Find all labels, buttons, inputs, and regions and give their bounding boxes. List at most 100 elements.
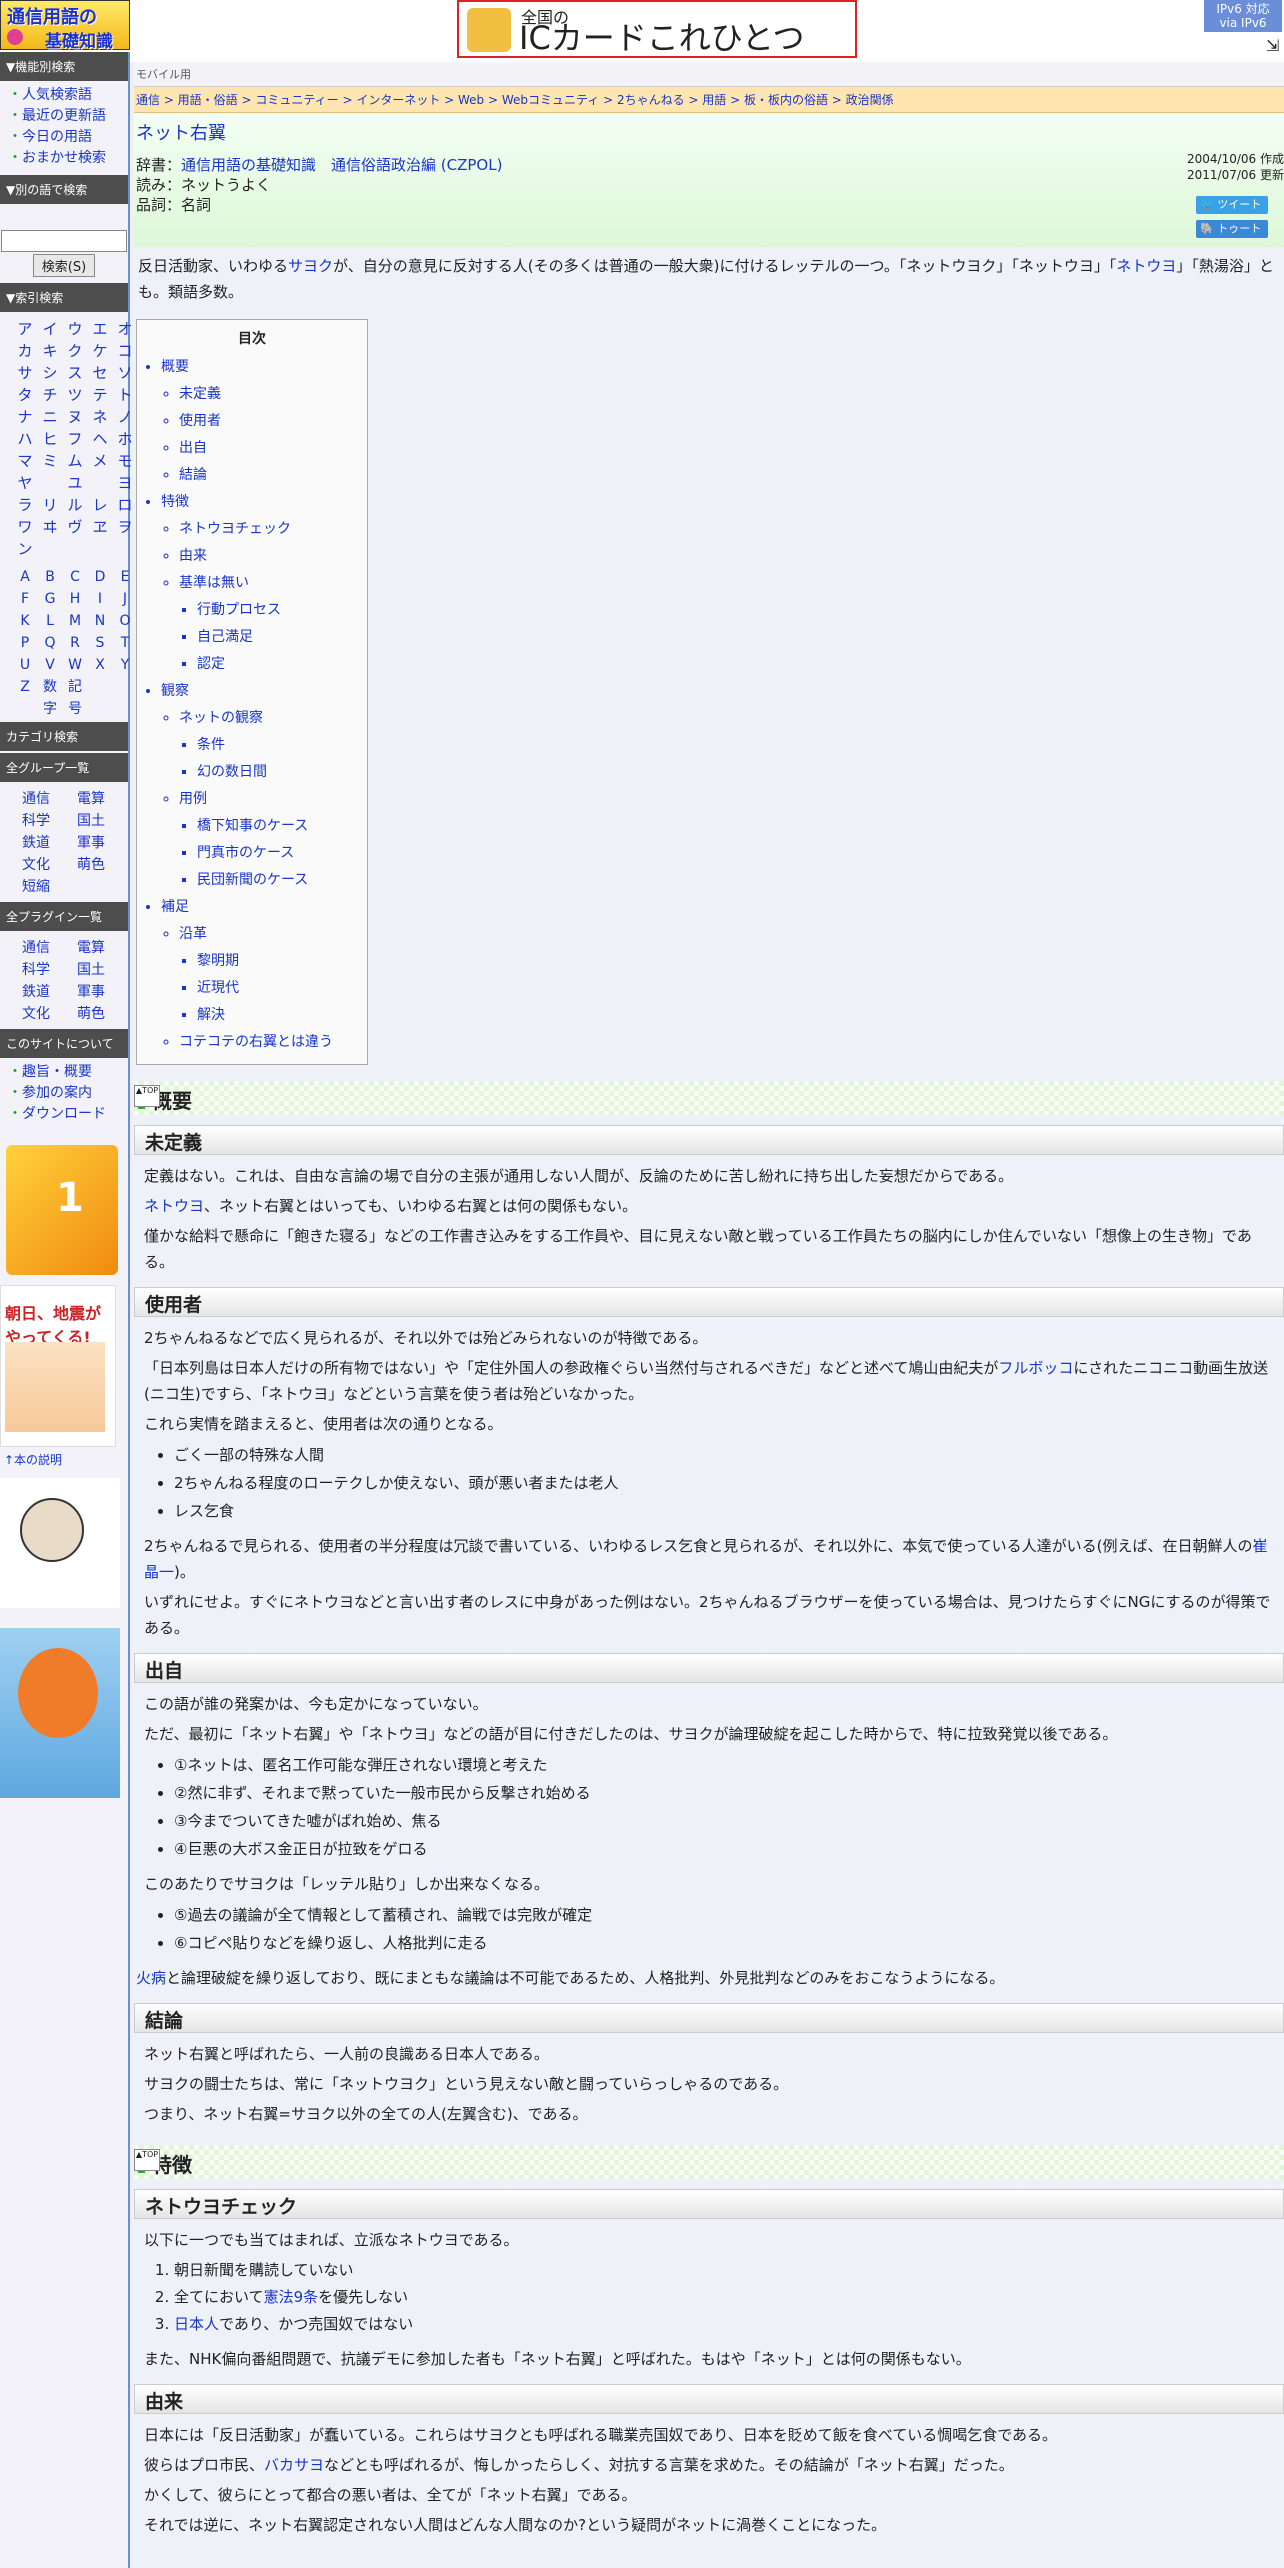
group-item[interactable]: 萌色	[77, 854, 132, 876]
bookmark-icon[interactable]: ⇲	[1266, 36, 1279, 55]
kana-index-item[interactable]: シ	[39, 362, 61, 384]
toc-item[interactable]: 基準は無い 行動プロセス 自己満足 認定	[179, 570, 367, 678]
group-item[interactable]: 電算	[77, 788, 132, 810]
kana-index-item[interactable]: チ	[39, 384, 61, 406]
toc-item[interactable]: コテコテの右翼とは違う	[179, 1029, 367, 1056]
search-button[interactable]: 検索(S)	[32, 254, 96, 277]
kana-index-item[interactable]: モ	[114, 450, 136, 472]
group-item[interactable]: 国土	[77, 810, 132, 832]
alpha-index-item[interactable]: M	[64, 610, 86, 632]
plugin-item[interactable]: 軍事	[77, 981, 132, 1003]
toc-item[interactable]: ネットの観察 条件 幻の数日間	[179, 705, 367, 786]
search-input[interactable]	[1, 230, 127, 252]
top-arrow-icon[interactable]: ▲TOP	[134, 1085, 160, 1107]
kana-index-item[interactable]: ネ	[89, 406, 111, 428]
alpha-index-item[interactable]: Z	[14, 676, 36, 720]
kana-index-item[interactable]: ム	[64, 450, 86, 472]
alpha-index-item[interactable]: G	[39, 588, 61, 610]
tweet-button[interactable]: 🐦 ツイート	[1196, 196, 1268, 214]
kana-index-item[interactable]: ヘ	[89, 428, 111, 450]
alpha-index-item[interactable]: K	[14, 610, 36, 632]
link-japanese[interactable]: 日本人	[174, 2315, 219, 2333]
ad-banner[interactable]: 全国の ICカードこれひとつ	[457, 0, 857, 58]
toc-item[interactable]: 結論	[179, 462, 367, 489]
kana-index-item[interactable]: ミ	[39, 450, 61, 472]
kana-index-item[interactable]: ノ	[114, 406, 136, 428]
site-logo[interactable]: 通信用語の 基礎知識	[0, 0, 130, 52]
toc-item[interactable]: ネトウヨチェック	[179, 516, 367, 543]
kana-index-item[interactable]: オ	[114, 318, 136, 340]
alpha-index-item[interactable]: 記号	[64, 676, 86, 720]
alpha-index-item[interactable]: B	[39, 566, 61, 588]
menu-recent[interactable]: 最近の更新語	[8, 106, 128, 127]
alpha-index-item[interactable]: H	[64, 588, 86, 610]
toc-item[interactable]: 解決	[197, 1002, 367, 1029]
menu-popular[interactable]: 人気検索語	[8, 85, 128, 106]
alpha-index-item[interactable]: Q	[39, 632, 61, 654]
group-item[interactable]: 短縮	[22, 876, 77, 898]
kana-index-item[interactable]: メ	[89, 450, 111, 472]
alpha-index-item[interactable]: F	[14, 588, 36, 610]
kana-index-item[interactable]: イ	[39, 318, 61, 340]
menu-today[interactable]: 今日の用語	[8, 127, 128, 148]
kana-index-item[interactable]: ト	[114, 384, 136, 406]
plugin-item[interactable]: 国土	[77, 959, 132, 981]
menu-about[interactable]: 趣旨・概要	[8, 1062, 128, 1083]
toc-item[interactable]: 認定	[197, 651, 367, 678]
link-hwabyung[interactable]: 火病	[136, 1969, 166, 1987]
alpha-index-item[interactable]: L	[39, 610, 61, 632]
lead-link-sayoku[interactable]: サヨク	[288, 257, 333, 275]
alpha-index-item[interactable]: X	[89, 654, 111, 676]
mobile-link[interactable]: モバイル用	[134, 62, 1284, 87]
lead-link-netouyo[interactable]: ネトウヨ	[1116, 257, 1176, 275]
kana-index-item[interactable]: ヒ	[39, 428, 61, 450]
toot-button[interactable]: 🐘 トゥート	[1196, 220, 1268, 238]
kana-index-item[interactable]	[64, 538, 86, 560]
link-furubokko[interactable]: フルボッコ	[998, 1359, 1073, 1377]
kana-index-item[interactable]	[89, 472, 111, 494]
kana-index-item[interactable]: ラ	[14, 494, 36, 516]
sidebar-heading-category[interactable]: カテゴリ検索	[0, 722, 128, 751]
breadcrumb[interactable]: 通信 > 用語・俗語 > コミュニティー > インターネット > Web > W…	[134, 87, 1284, 113]
sidebar-heading-groups[interactable]: 全グループ一覧	[0, 753, 128, 782]
kana-index-item[interactable]	[89, 538, 111, 560]
alpha-index-item[interactable]: Y	[114, 654, 136, 676]
alpha-index-item[interactable]: I	[89, 588, 111, 610]
alpha-index-item[interactable]: N	[89, 610, 111, 632]
toc-item[interactable]: 門真市のケース	[197, 840, 367, 867]
toc-item[interactable]: 用例 橋下知事のケース 門真市のケース 民団新聞のケース	[179, 786, 367, 894]
menu-download[interactable]: ダウンロード	[8, 1104, 128, 1125]
book-desc-link[interactable]: ↑本の説明	[0, 1447, 128, 1468]
kana-index-item[interactable]	[39, 472, 61, 494]
kana-index-item[interactable]: ニ	[39, 406, 61, 428]
kana-index-item[interactable]	[114, 538, 136, 560]
plugin-item[interactable]: 科学	[22, 959, 77, 981]
kana-index-item[interactable]: ク	[64, 340, 86, 362]
alpha-index-item[interactable]: E	[114, 566, 136, 588]
toc-item[interactable]: 民団新聞のケース	[197, 867, 367, 894]
toc-item[interactable]: 出自	[179, 435, 367, 462]
kana-index-item[interactable]: ア	[14, 318, 36, 340]
alpha-index-item[interactable]: O	[114, 610, 136, 632]
toc-item[interactable]: 観察 ネットの観察 条件 幻の数日間 用例 橋下知事のケース 門真市のケース 民…	[161, 678, 367, 894]
kana-index-item[interactable]: ン	[14, 538, 36, 560]
kana-index-item[interactable]: ヴ	[64, 516, 86, 538]
kana-index-item[interactable]: キ	[39, 340, 61, 362]
alpha-index-item[interactable]: R	[64, 632, 86, 654]
group-item[interactable]: 軍事	[77, 832, 132, 854]
toc-item[interactable]: 条件	[197, 732, 367, 759]
onecard-ad-image[interactable]: 1	[6, 1145, 118, 1275]
alpha-index-item[interactable]: V	[39, 654, 61, 676]
plugin-item[interactable]: 通信	[22, 937, 77, 959]
kana-index-item[interactable]: マ	[14, 450, 36, 472]
kana-index-item[interactable]: レ	[89, 494, 111, 516]
alpha-index-item[interactable]: D	[89, 566, 111, 588]
top-arrow-icon[interactable]: ▲TOP	[134, 2149, 160, 2171]
kana-index-item[interactable]: テ	[89, 384, 111, 406]
menu-join[interactable]: 参加の案内	[8, 1083, 128, 1104]
alpha-index-item[interactable]: W	[64, 654, 86, 676]
plugin-item[interactable]: 文化	[22, 1003, 77, 1025]
toc-item[interactable]: 沿革 黎明期 近現代 解決	[179, 921, 367, 1029]
group-item[interactable]: 科学	[22, 810, 77, 832]
kana-index-item[interactable]: ヌ	[64, 406, 86, 428]
